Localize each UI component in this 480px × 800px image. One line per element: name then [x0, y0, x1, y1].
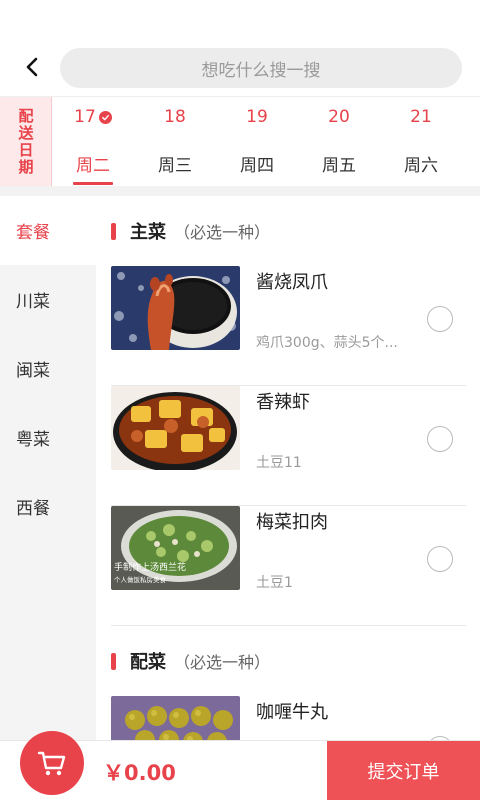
date-selector: 配送日期 17 周二 18 周三 19 周四 20 周五 21 周六	[0, 96, 480, 187]
day-tab-18[interactable]: 18 周三	[134, 97, 216, 187]
search-input[interactable]: 想吃什么搜一搜	[60, 48, 462, 88]
cart-button[interactable]	[20, 731, 84, 795]
cart-icon	[37, 751, 66, 776]
dish-description: 土豆11	[256, 455, 302, 471]
section-header-side: 配菜 （必选一种）	[96, 626, 480, 696]
day-date-text: 17	[74, 107, 96, 127]
check-icon	[98, 110, 112, 124]
select-radio[interactable]	[427, 546, 453, 572]
dish-name: 香辣虾	[256, 392, 310, 413]
day-tab-21[interactable]: 21 周六	[380, 97, 462, 187]
day-date: 17	[52, 107, 134, 127]
category-sidebar: 套餐 川菜 闽菜 粤菜 西餐	[0, 196, 96, 740]
day-tab-17[interactable]: 17 周二	[52, 97, 134, 187]
section-title: 主菜	[130, 222, 166, 243]
total-price: ￥0.00	[103, 761, 176, 785]
dish-image	[111, 266, 240, 350]
section-header-main: 主菜 （必选一种）	[96, 196, 480, 266]
day-date: 18	[164, 107, 186, 127]
page: 想吃什么搜一搜 配送日期 17 周二 18 周三 19 周四 20 周五 21 …	[0, 0, 480, 800]
sidebar-item-western[interactable]: 西餐	[0, 472, 96, 541]
day-weekday: 周五	[322, 156, 356, 176]
svg-text:手制作上汤西兰花: 手制作上汤西兰花	[114, 561, 186, 573]
day-date: 19	[246, 107, 268, 127]
bottom-bar: ￥0.00 提交订单	[0, 731, 480, 800]
dish-item[interactable]: 咖喱牛丸	[111, 696, 466, 740]
select-radio[interactable]	[427, 306, 453, 332]
section-note: （必选一种）	[174, 223, 271, 242]
delivery-date-label: 配送日期	[0, 97, 52, 187]
day-weekday: 周三	[158, 156, 192, 176]
dish-description: 鸡爪300g、蒜头5个...	[256, 335, 398, 351]
dish-list: 主菜 （必选一种） 酱烧凤爪 鸡爪300g、蒜头5个... 香辣虾 土豆11 手…	[96, 196, 480, 740]
submit-order-button[interactable]: 提交订单	[327, 741, 480, 800]
dish-name: 梅菜扣肉	[256, 512, 328, 533]
day-weekday: 周四	[240, 156, 274, 176]
section-marker	[111, 653, 116, 670]
dish-item[interactable]: 酱烧凤爪 鸡爪300g、蒜头5个...	[111, 266, 466, 386]
day-date: 21	[410, 107, 432, 127]
select-radio[interactable]	[427, 426, 453, 452]
section-note: （必选一种）	[174, 653, 271, 672]
dish-name: 咖喱牛丸	[256, 702, 328, 723]
dish-image: 手制作上汤西兰花 个人做饭私房美食	[111, 506, 240, 590]
day-weekday: 周六	[404, 156, 438, 176]
section-marker	[111, 223, 116, 240]
back-arrow-icon	[26, 57, 38, 77]
dish-name: 酱烧凤爪	[256, 272, 328, 293]
dish-description: 土豆1	[256, 575, 293, 591]
day-date: 20	[328, 107, 350, 127]
svg-text:个人做饭私房美食: 个人做饭私房美食	[114, 575, 167, 584]
dish-item[interactable]: 手制作上汤西兰花 个人做饭私房美食 梅菜扣肉 土豆1	[111, 506, 466, 626]
sidebar-item-cantonese[interactable]: 粤菜	[0, 403, 96, 472]
back-button[interactable]	[18, 52, 46, 82]
divider	[0, 186, 480, 196]
delivery-date-text: 配送日期	[16, 108, 35, 176]
header: 想吃什么搜一搜	[0, 0, 480, 96]
day-weekday: 周二	[76, 156, 110, 176]
active-tab-indicator	[73, 182, 113, 185]
sidebar-item-set-meal[interactable]: 套餐	[0, 196, 96, 265]
dish-image	[111, 696, 240, 740]
sidebar-item-fujian[interactable]: 闽菜	[0, 334, 96, 403]
section-title: 配菜	[130, 652, 166, 673]
day-tab-20[interactable]: 20 周五	[298, 97, 380, 187]
day-tabs: 17 周二 18 周三 19 周四 20 周五 21 周六	[52, 97, 480, 187]
dish-item[interactable]: 香辣虾 土豆11	[111, 386, 466, 506]
sidebar-item-sichuan[interactable]: 川菜	[0, 265, 96, 334]
day-tab-19[interactable]: 19 周四	[216, 97, 298, 187]
dish-image	[111, 386, 240, 470]
